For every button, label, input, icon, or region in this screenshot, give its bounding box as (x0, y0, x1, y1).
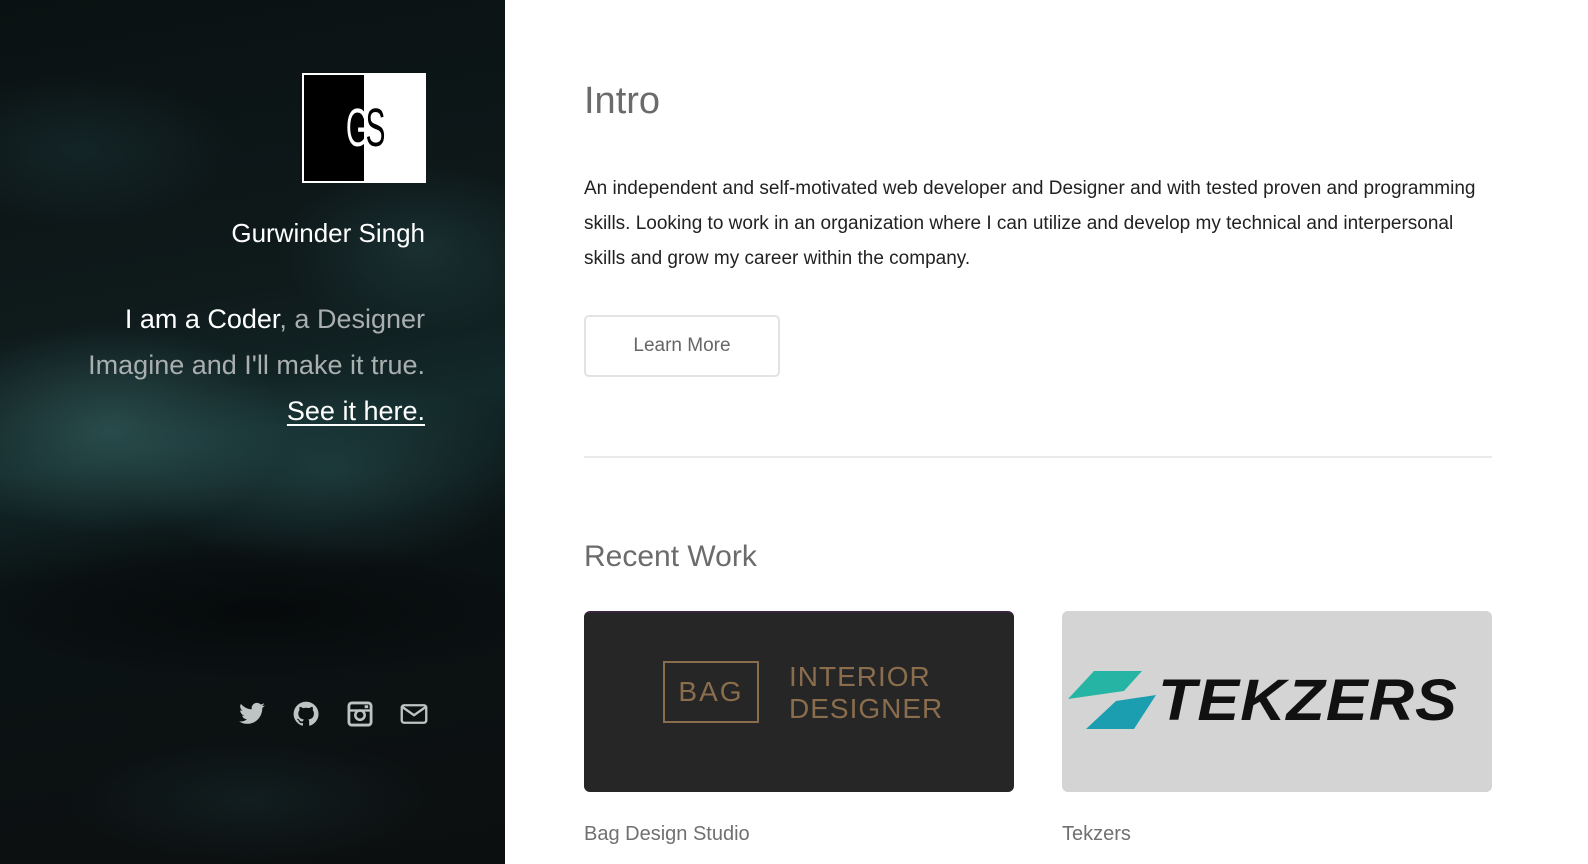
bag-logo-text: INTERIOR DESIGNER (789, 661, 944, 724)
learn-more-button[interactable]: Learn More (584, 315, 780, 377)
twitter-icon[interactable] (238, 700, 266, 728)
see-it-here-link[interactable]: See it here. (287, 396, 425, 426)
sidebar: GS Gurwinder Singh I am a Coder, a Desig… (0, 0, 505, 864)
divider (584, 456, 1492, 458)
github-icon[interactable] (292, 700, 320, 728)
tekzers-mark-icon (1068, 671, 1156, 729)
tagline-line-1: I am a Coder, a Designer (88, 296, 425, 342)
profile-name: Gurwinder Singh (231, 218, 425, 248)
tagline-coder: I am a Coder (124, 304, 280, 334)
bag-logo-box: BAG (663, 661, 759, 723)
intro-heading: Intro (584, 80, 661, 122)
tagline-designer: , a Designer (279, 304, 425, 334)
work-card-title[interactable]: Tekzers (1062, 823, 1492, 846)
bag-design-logo[interactable]: BAG INTERIOR DESIGNER (584, 611, 1014, 792)
mail-icon[interactable] (400, 700, 428, 728)
tekzers-wordmark: TEKZERS (1158, 668, 1458, 733)
tekzers-logo[interactable]: TEKZERS (1062, 611, 1492, 792)
avatar: GS (302, 73, 426, 183)
recent-work-heading: Recent Work (584, 540, 757, 573)
social-links (238, 700, 428, 728)
instagram-icon[interactable] (346, 700, 374, 728)
intro-paragraph: An independent and self-motivated web de… (584, 178, 1476, 269)
work-card-title[interactable]: Bag Design Studio (584, 823, 1014, 846)
avatar-monogram: GS (345, 98, 386, 158)
background-shade (0, 540, 505, 680)
tagline: I am a Coder, a Designer Imagine and I'l… (88, 296, 425, 434)
work-card-tekzers[interactable]: TEKZERS Tekzers (1062, 611, 1492, 846)
tagline-line-2: Imagine and I'll make it true. (88, 350, 425, 380)
work-card-bag-design-studio[interactable]: BAG INTERIOR DESIGNER Bag Design Studio (584, 611, 1014, 846)
